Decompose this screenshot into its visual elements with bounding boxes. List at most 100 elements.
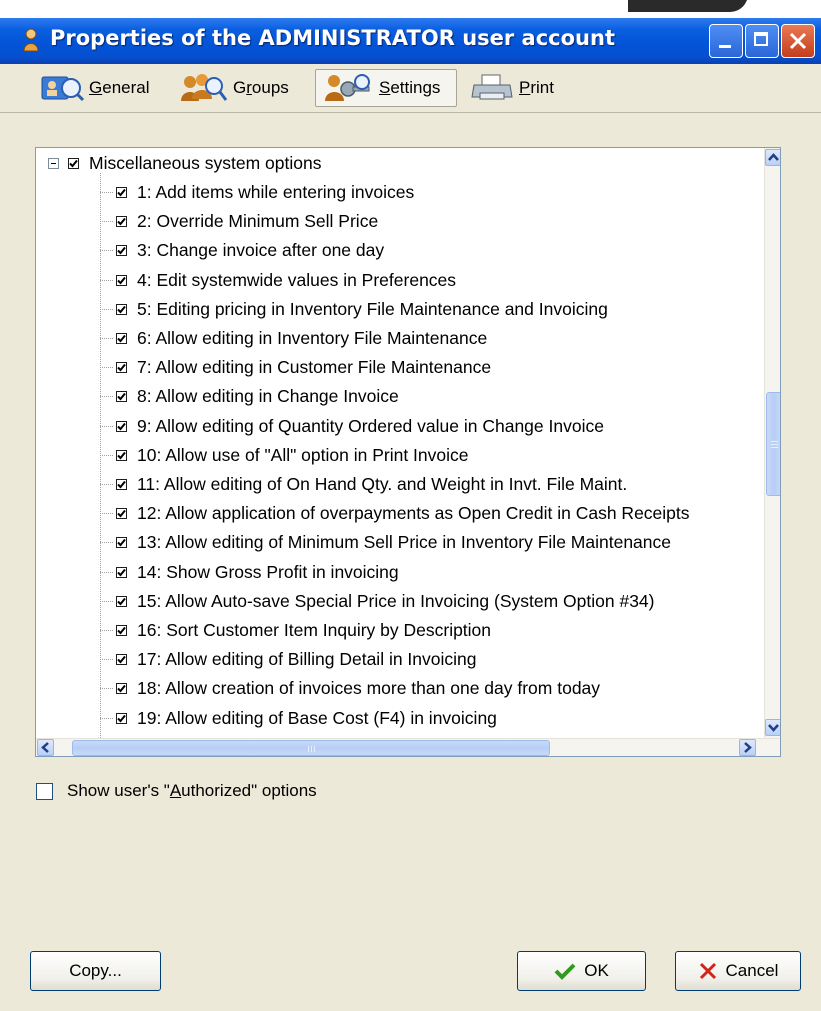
item-checkbox[interactable] — [116, 274, 127, 286]
checkmark-icon — [117, 305, 126, 314]
item-checkbox[interactable] — [116, 245, 127, 257]
tree-guide-branch — [100, 688, 113, 690]
checkmark-icon — [117, 188, 126, 197]
tree-item[interactable]: 8: Allow editing in Change Invoice — [116, 382, 399, 411]
checkmark-icon — [117, 334, 126, 343]
scroll-down-button[interactable] — [765, 719, 780, 736]
tree-item-label: 14: Show Gross Profit in invoicing — [137, 561, 399, 582]
tree-item-label: 19: Allow editing of Base Cost (F4) in i… — [137, 707, 497, 728]
tree-item[interactable]: 4: Edit systemwide values in Preferences — [116, 266, 456, 295]
item-checkbox[interactable] — [116, 303, 127, 315]
close-button[interactable] — [781, 24, 815, 58]
user-key-icon — [325, 74, 370, 101]
tree-item[interactable]: 11: Allow editing of On Hand Qty. and We… — [116, 470, 627, 499]
checkmark-icon — [117, 276, 126, 285]
tree-item[interactable]: 12: Allow application of overpayments as… — [116, 499, 690, 528]
tree-item[interactable]: 7: Allow editing in Customer File Mainte… — [116, 353, 491, 382]
item-checkbox[interactable] — [116, 187, 127, 198]
tree-item[interactable]: 18: Allow creation of invoices more than… — [116, 674, 600, 703]
checkmark-icon — [117, 480, 126, 489]
tree-item[interactable]: 14: Show Gross Profit in invoicing — [116, 558, 399, 587]
checkmark-icon — [117, 393, 126, 401]
user-icon — [23, 28, 39, 52]
item-checkbox[interactable] — [116, 216, 127, 228]
tab-general[interactable]: General — [32, 69, 162, 107]
item-checkbox[interactable] — [116, 712, 127, 724]
item-checkbox[interactable] — [116, 420, 127, 432]
title-bar[interactable]: Properties of the ADMINISTRATOR user acc… — [0, 18, 821, 64]
desktop-top-strip — [0, 0, 821, 18]
tree-guide-branch — [100, 308, 113, 310]
tab-settings[interactable]: Settings — [315, 69, 457, 107]
show-authorized-checkbox[interactable] — [36, 782, 53, 800]
item-checkbox[interactable] — [116, 449, 127, 461]
close-icon — [789, 32, 807, 50]
tree-guide-branch — [100, 279, 113, 281]
item-checkbox[interactable] — [116, 362, 127, 374]
scroll-left-button[interactable] — [37, 739, 54, 756]
tree-item-label: 8: Allow editing in Change Invoice — [137, 386, 399, 407]
checkmark-icon — [117, 539, 126, 547]
item-checkbox[interactable] — [116, 683, 127, 695]
copy-button[interactable]: Copy... — [30, 951, 161, 991]
tab-print[interactable]: Print — [462, 69, 572, 107]
tab-groups[interactable]: Groups — [172, 69, 302, 107]
tree-guide-branch — [100, 659, 113, 661]
tree-item-label: 6: Allow editing in Inventory File Maint… — [137, 328, 488, 348]
desktop-shape — [628, 0, 748, 12]
scroll-up-button[interactable] — [765, 149, 780, 166]
tree-item-label: 17: Allow editing of Billing Detail in I… — [137, 649, 477, 670]
tree-item[interactable]: 1: Add items while entering invoices — [116, 178, 414, 207]
checkmark-icon — [117, 510, 126, 518]
maximize-button[interactable] — [745, 24, 779, 58]
show-authorized-label-pre: Show user's " — [67, 781, 170, 800]
minimize-button[interactable] — [709, 24, 743, 58]
item-checkbox[interactable] — [116, 537, 127, 549]
collapse-icon[interactable] — [48, 158, 59, 169]
checkmark-icon — [117, 422, 126, 431]
tree-item[interactable]: 17: Allow editing of Billing Detail in I… — [116, 645, 477, 674]
tab-settings-label: ettings — [390, 78, 441, 97]
ok-button[interactable]: OK — [517, 951, 646, 991]
cancel-button[interactable]: Cancel — [675, 951, 801, 991]
printer-icon — [471, 74, 513, 100]
tree-guide-branch — [100, 338, 113, 339]
root-checkbox[interactable] — [68, 158, 79, 169]
item-checkbox[interactable] — [116, 391, 127, 403]
tree-item[interactable]: 10: Allow use of "All" option in Print I… — [116, 441, 469, 470]
item-checkbox[interactable] — [116, 508, 127, 520]
horizontal-scroll-thumb[interactable] — [72, 740, 550, 756]
checkmark-icon — [554, 963, 576, 980]
tree-item-label: 11: Allow editing of On Hand Qty. and We… — [137, 474, 628, 494]
tree-item[interactable]: 19: Allow editing of Base Cost (F4) in i… — [116, 704, 497, 733]
tree-guide-branch — [100, 484, 113, 485]
item-checkbox[interactable] — [116, 625, 127, 636]
tree-item[interactable]: 3: Change invoice after one day — [116, 236, 384, 265]
horizontal-scrollbar[interactable] — [36, 738, 780, 756]
show-authorized-label-post: uthorized" options — [181, 781, 317, 800]
item-checkbox[interactable] — [116, 654, 127, 666]
chevron-down-icon — [768, 724, 779, 732]
item-checkbox[interactable] — [116, 479, 127, 490]
tree-item[interactable]: 5: Editing pricing in Inventory File Mai… — [116, 295, 608, 324]
tree-guide-branch — [100, 192, 113, 193]
vertical-scrollbar[interactable] — [764, 148, 780, 738]
options-tree[interactable]: Miscellaneous system options 1: Add item… — [35, 147, 781, 757]
tree-item[interactable]: 16: Sort Customer Item Inquiry by Descri… — [116, 616, 491, 645]
tree-item[interactable]: 6: Allow editing in Inventory File Maint… — [116, 324, 487, 353]
item-checkbox[interactable] — [116, 595, 127, 607]
tree-item[interactable]: 2: Override Minimum Sell Price — [116, 207, 378, 236]
show-authorized-option[interactable]: Show user's "Authorized" options — [36, 781, 317, 801]
scroll-right-button[interactable] — [739, 739, 756, 756]
tree-item[interactable]: 9: Allow editing of Quantity Ordered val… — [116, 412, 604, 441]
item-checkbox[interactable] — [116, 333, 127, 344]
tree-root[interactable]: Miscellaneous system options — [68, 149, 321, 178]
tree-guide-branch — [100, 717, 113, 719]
checkmark-icon — [117, 685, 126, 693]
checkmark-icon — [117, 364, 126, 372]
item-checkbox[interactable] — [116, 566, 127, 578]
vertical-scroll-thumb[interactable] — [766, 392, 780, 496]
tree-item[interactable]: 13: Allow editing of Minimum Sell Price … — [116, 528, 671, 557]
tree-item[interactable]: 15: Allow Auto-save Special Price in Inv… — [116, 587, 654, 616]
window-title: Properties of the ADMINISTRATOR user acc… — [50, 26, 615, 50]
